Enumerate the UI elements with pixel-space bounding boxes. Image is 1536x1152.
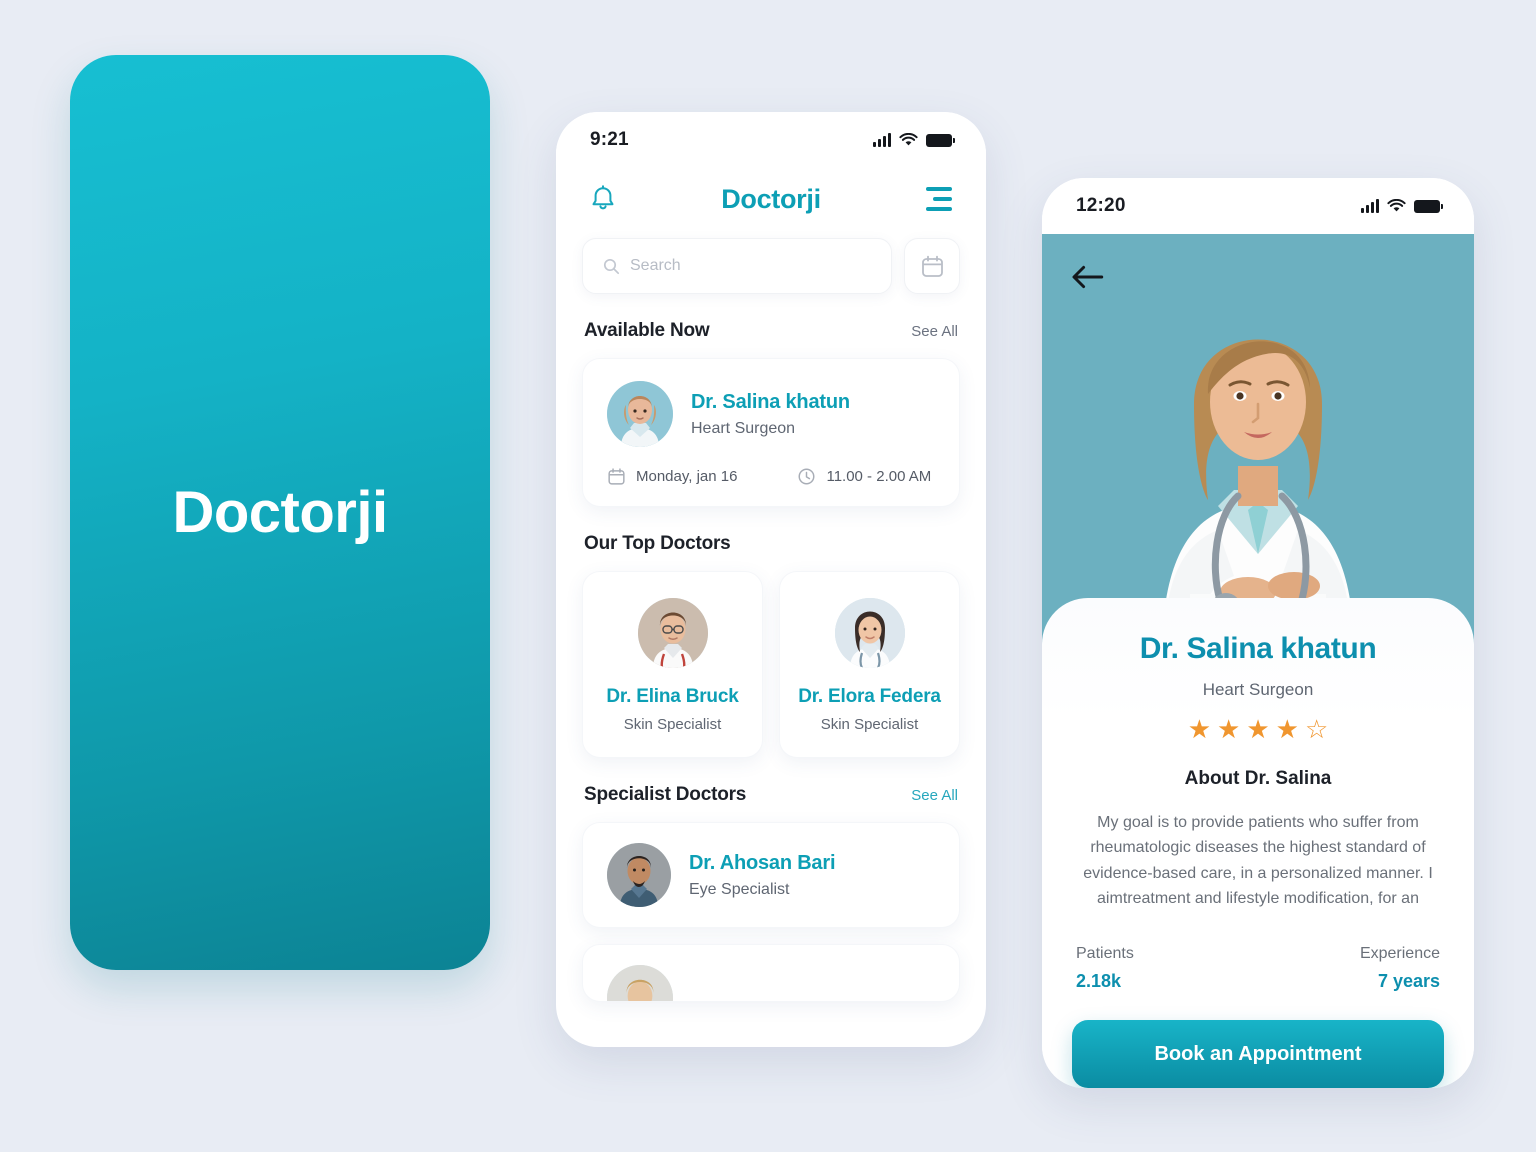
- search-row: Search: [556, 226, 986, 294]
- book-appointment-button[interactable]: Book an Appointment: [1072, 1020, 1444, 1088]
- clock-icon: [798, 468, 815, 485]
- status-bar: 12:20: [1042, 178, 1474, 234]
- rating-stars[interactable]: ★ ★ ★ ★ ☆: [1072, 716, 1444, 742]
- doctor-row: Dr. Ahosan Bari Eye Specialist: [607, 843, 935, 907]
- see-all-specialist[interactable]: See All: [911, 787, 958, 804]
- avatar: [607, 381, 673, 447]
- doctor-name: Dr. Elora Federa: [798, 686, 941, 707]
- search-icon: [603, 258, 620, 274]
- top-doctors-header: Our Top Doctors: [556, 533, 986, 555]
- available-doctor-card[interactable]: Dr. Salina khatun Heart Surgeon Monday, …: [582, 358, 960, 507]
- doctor-name: Dr. Ahosan Bari: [689, 851, 836, 874]
- home-screen: 9:21 Doctorji Search Available Now See A…: [556, 112, 986, 1047]
- page-title: Doctorji: [721, 183, 821, 214]
- star-filled-icon: ★: [1217, 714, 1241, 744]
- stat-value: 7 years: [1377, 971, 1440, 992]
- star-empty-icon: ☆: [1304, 714, 1329, 744]
- wifi-icon: [899, 133, 918, 146]
- available-now-header: Available Now See All: [556, 320, 986, 342]
- status-time: 12:20: [1076, 195, 1126, 216]
- avatar: [607, 843, 671, 907]
- star-filled-icon: ★: [1187, 714, 1212, 744]
- back-arrow-icon[interactable]: [1070, 260, 1104, 294]
- signal-bars-icon: [1361, 199, 1379, 213]
- status-icons: [1361, 199, 1443, 213]
- appointment-date-text: Monday, jan 16: [636, 468, 738, 485]
- search-input[interactable]: Search: [582, 238, 892, 294]
- avatar: [637, 598, 708, 668]
- doctor-name: Dr. Salina khatun: [691, 390, 850, 413]
- avatar: [607, 965, 673, 1001]
- doctor-specialty: Heart Surgeon: [1202, 680, 1314, 699]
- specialist-doctor-card[interactable]: Dr. Ahosan Bari Eye Specialist: [582, 822, 960, 928]
- appointment-date: Monday, jan 16: [607, 467, 737, 486]
- calendar-icon[interactable]: [904, 238, 960, 294]
- top-doctor-card[interactable]: Dr. Elora Federa Skin Specialist: [779, 571, 960, 758]
- section-title-available: Available Now: [584, 320, 710, 341]
- stat-label: Patients: [1076, 945, 1134, 963]
- app-logo: Doctorji: [172, 480, 388, 545]
- doctor-specialty: Skin Specialist: [820, 716, 919, 733]
- doctor-name: Dr. Elina Bruck: [606, 686, 739, 707]
- doctor-row: Dr. Salina khatun Heart Surgeon: [607, 381, 935, 447]
- star-filled-icon: ★: [1275, 714, 1299, 744]
- splash-screen: Doctorji: [70, 55, 490, 970]
- see-all-available[interactable]: See All: [911, 323, 958, 340]
- doctor-info: Dr. Ahosan Bari Eye Specialist: [689, 851, 836, 899]
- screenshot-stage: Doctorji 9:21 Doctorji Search Available …: [0, 0, 1536, 1152]
- star-filled-icon: ★: [1246, 714, 1270, 744]
- stat-experience: Experience 7 years: [1360, 945, 1440, 992]
- appointment-time: 11.00 - 2.00 AM: [797, 467, 931, 486]
- calendar-icon: [608, 468, 625, 485]
- doctor-specialty: Eye Specialist: [689, 880, 790, 898]
- home-header: Doctorji: [556, 168, 986, 226]
- status-icons: [873, 133, 955, 147]
- status-bar: 9:21: [556, 112, 986, 168]
- section-title-specialist: Specialist Doctors: [584, 784, 747, 805]
- doctor-stats: Patients 2.18k Experience 7 years: [1072, 945, 1444, 992]
- appointment-meta: Monday, jan 16 11.00 - 2.00 AM: [607, 467, 935, 486]
- signal-bars-icon: [873, 133, 891, 147]
- search-placeholder: Search: [630, 257, 681, 274]
- stat-patients: Patients 2.18k: [1076, 945, 1134, 992]
- specialist-doctors-header: Specialist Doctors See All: [556, 784, 986, 806]
- specialist-doctor-card-partial[interactable]: [582, 944, 960, 1002]
- doctor-profile-screen: 12:20 Dr. Salina khatun Heart Surgeon ★ …: [1042, 178, 1474, 1088]
- doctor-specialty: Skin Specialist: [623, 716, 722, 733]
- doctor-detail-card: Dr. Salina khatun Heart Surgeon ★ ★ ★ ★ …: [1042, 598, 1474, 1088]
- battery-icon: [926, 133, 955, 147]
- wifi-icon: [1387, 199, 1406, 212]
- status-time: 9:21: [590, 129, 629, 150]
- bell-icon[interactable]: [586, 182, 620, 216]
- doctor-specialty: Heart Surgeon: [691, 419, 796, 437]
- appointment-time-text: 11.00 - 2.00 AM: [826, 468, 932, 485]
- doctor-name: Dr. Salina khatun: [1139, 632, 1377, 665]
- doctor-hero-photo: [1042, 234, 1474, 654]
- top-doctors-grid: Dr. Elina Bruck Skin Specialist Dr. Elor…: [556, 571, 986, 758]
- stat-value: 2.18k: [1076, 971, 1122, 992]
- doctor-info: Dr. Salina khatun Heart Surgeon: [691, 391, 850, 438]
- battery-icon: [1414, 199, 1443, 213]
- about-heading: About Dr. Salina: [1184, 768, 1332, 789]
- doctor-row: [607, 965, 935, 1001]
- section-title-top-doctors: Our Top Doctors: [584, 533, 731, 554]
- hamburger-menu-icon[interactable]: [922, 182, 956, 216]
- top-doctor-card[interactable]: Dr. Elina Bruck Skin Specialist: [582, 571, 763, 758]
- about-text: My goal is to provide patients who suffe…: [1083, 814, 1433, 907]
- stat-label: Experience: [1359, 945, 1440, 963]
- avatar: [834, 598, 905, 668]
